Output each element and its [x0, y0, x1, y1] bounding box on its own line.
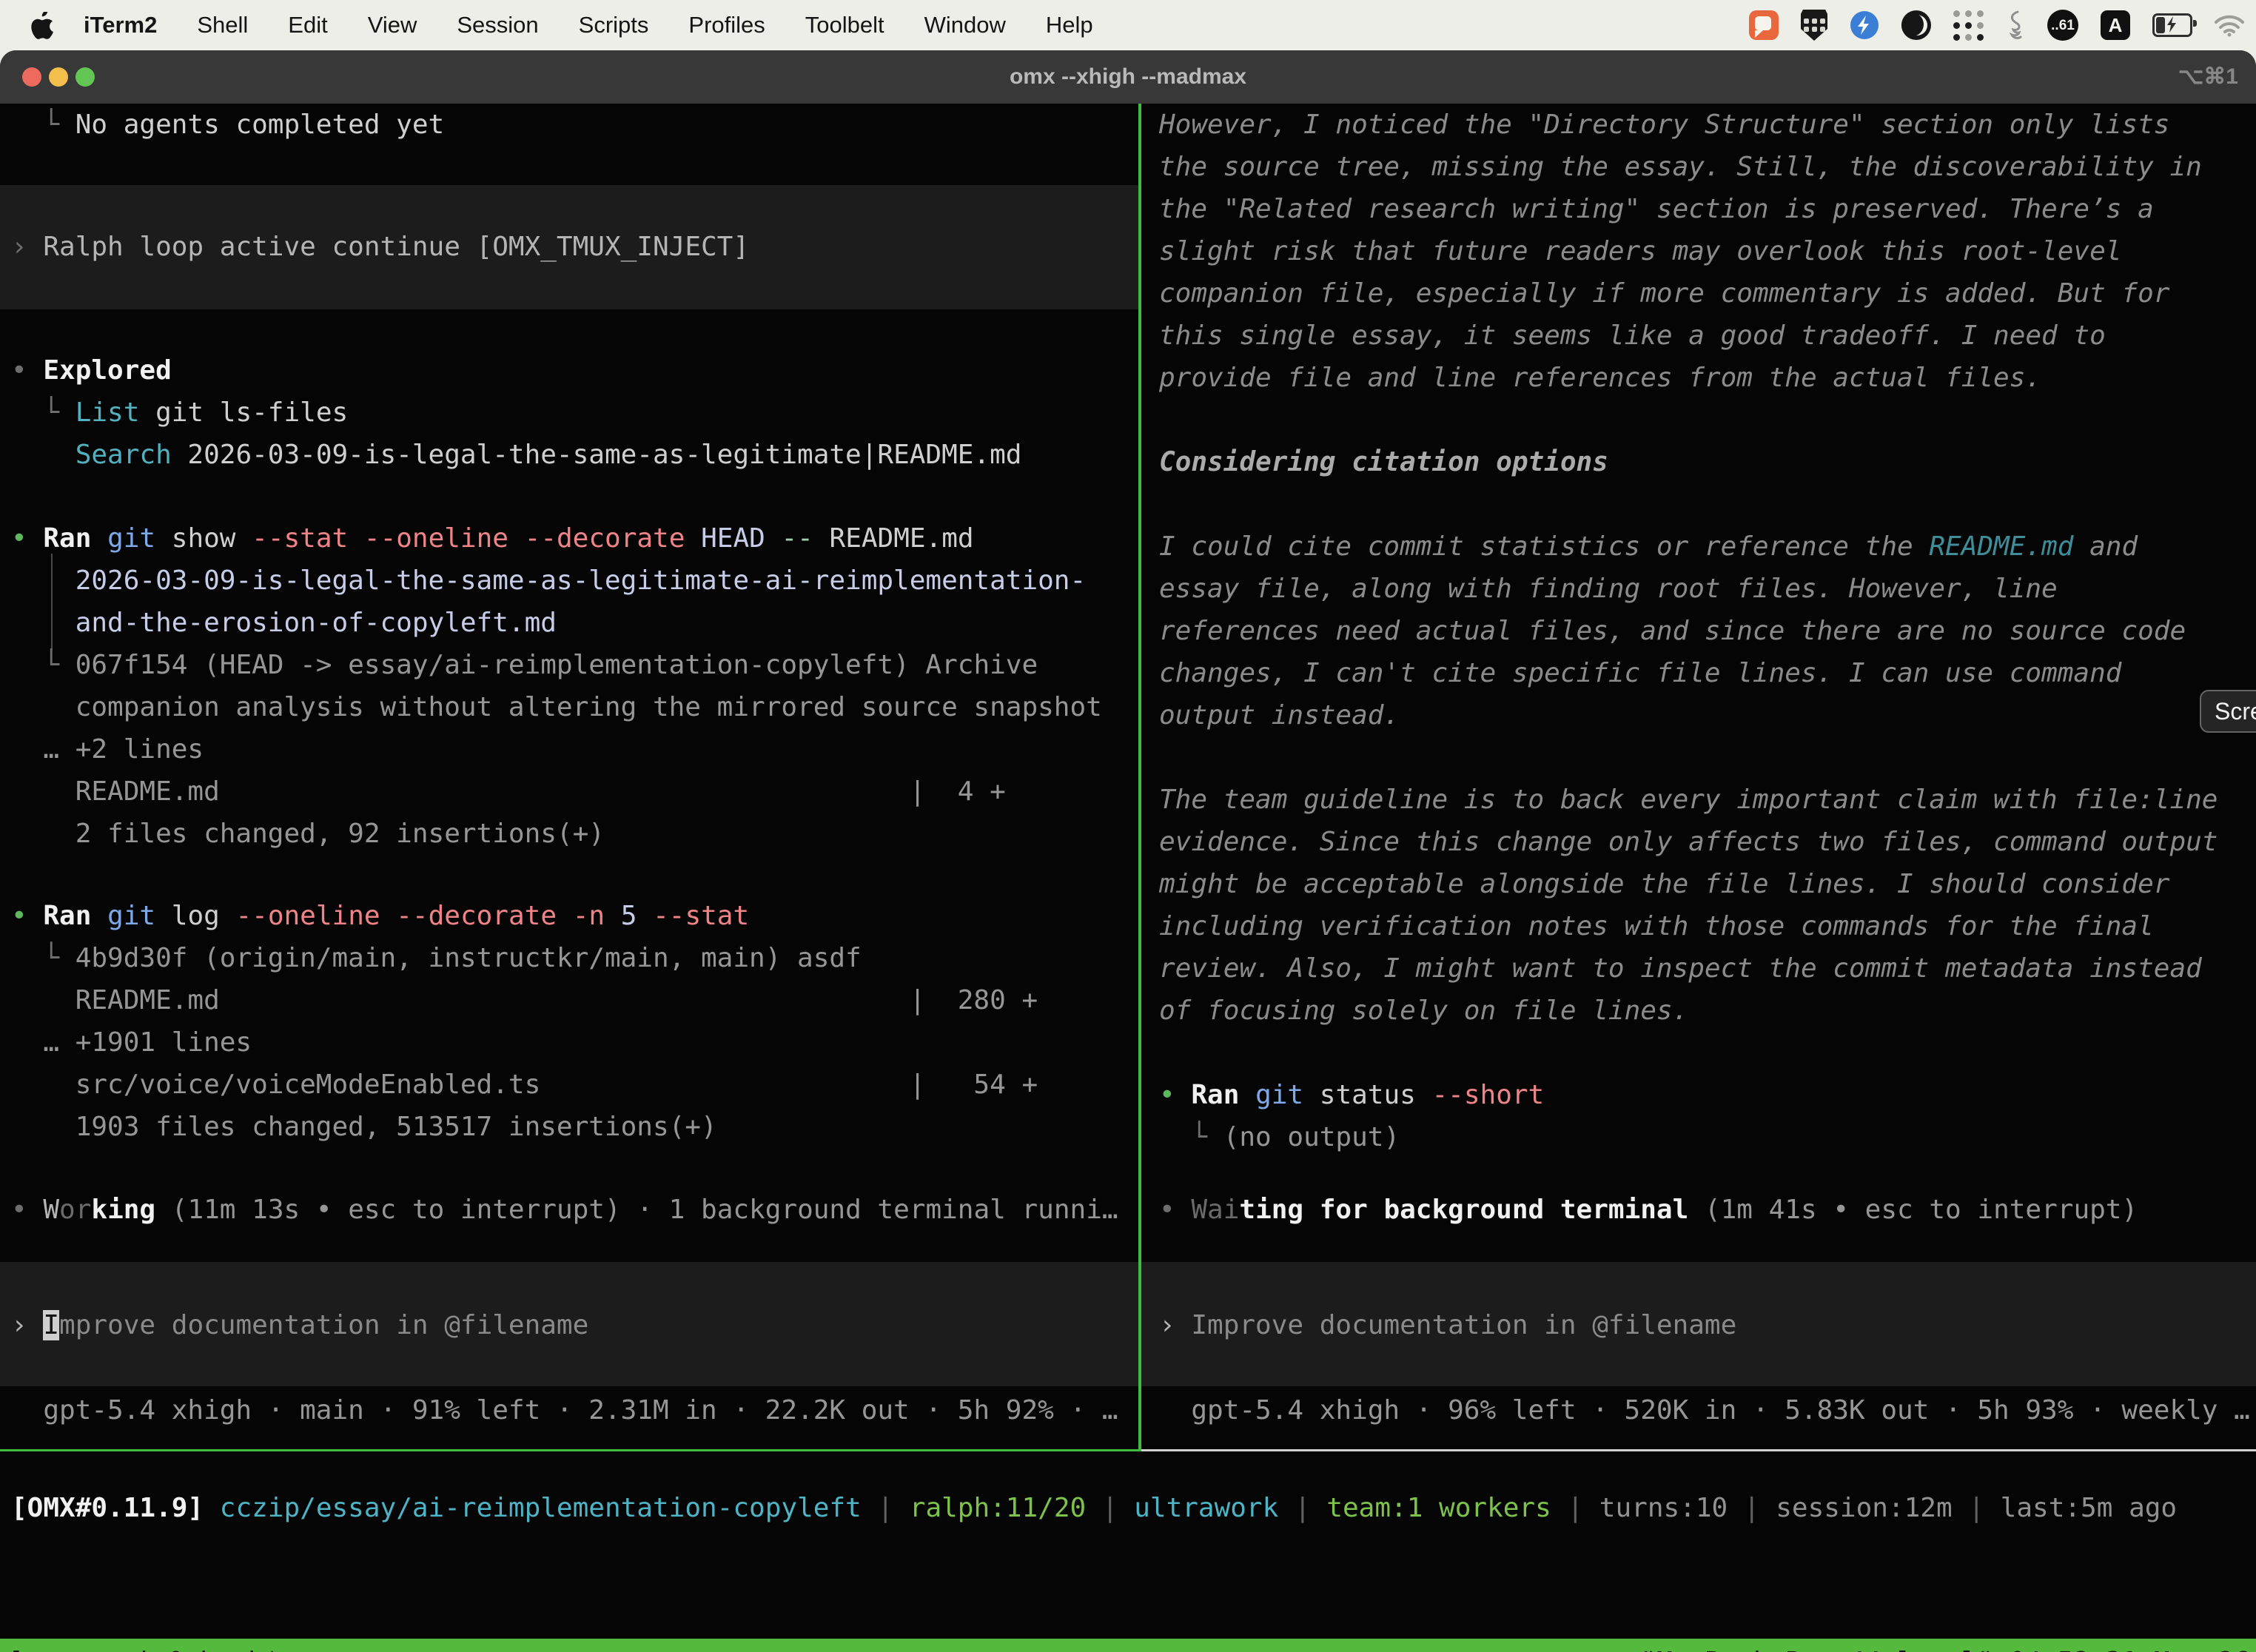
terminal-line: However, I noticed the "Directory Struct…: [1159, 104, 2169, 146]
terminal-line: └ List git ls-files: [11, 392, 348, 434]
menu-item-profiles[interactable]: Profiles: [668, 12, 785, 38]
terminal-line: … +1901 lines: [11, 1021, 252, 1064]
tmux-window-name[interactable]: [omx-cczip0:bash*: [7, 1639, 280, 1652]
inactive-pane-border: [1141, 1449, 2256, 1451]
terminal-line: gpt-5.4 xhigh · 96% left · 520K in · 5.8…: [1159, 1389, 2250, 1431]
macos-menu-bar: iTerm2ShellEditViewSessionScriptsProfile…: [0, 0, 2256, 50]
terminal-line: 2026-03-09-is-legal-the-same-as-legitima…: [11, 560, 1086, 602]
wifi-icon[interactable]: [2215, 14, 2244, 37]
terminal-area: └ No agents completed yet › Ralph loop ac…: [0, 104, 2256, 1585]
terminal-pane-left[interactable]: └ No agents completed yet › Ralph loop ac…: [0, 104, 1138, 1449]
battery-percent-badge-icon[interactable]: ..61: [2047, 10, 2078, 41]
window-shortcut-hint: ⌥⌘1: [2178, 50, 2238, 104]
menu-item-shell[interactable]: Shell: [177, 12, 268, 38]
menu-status-icons: ..61 A: [1749, 0, 2244, 50]
terminal-line: companion analysis without altering the …: [11, 686, 1102, 728]
iterm-window: omx --xhigh --madmax ⌥⌘1 └ No agents com…: [0, 50, 2256, 1652]
terminal-line: of focusing solely on file lines.: [1159, 990, 1688, 1032]
terminal-line: provide file and line references from th…: [1159, 357, 2041, 399]
terminal-line: essay file, along with finding root file…: [1159, 568, 2058, 610]
dragon-icon[interactable]: [2006, 10, 2025, 40]
terminal-line: slight risk that future readers may over…: [1159, 230, 2121, 272]
crescent-app-icon[interactable]: [1901, 10, 1931, 40]
menu-item-session[interactable]: Session: [437, 12, 558, 38]
terminal-line: output instead.: [1159, 694, 1400, 736]
screen-recording-chip: Scre: [2200, 690, 2256, 733]
keyboard-layout-a-icon[interactable]: A: [2101, 10, 2130, 40]
terminal-line: • Working (11m 13s • esc to interrupt) ·…: [11, 1189, 1118, 1231]
window-title: omx --xhigh --madmax: [0, 50, 2256, 104]
shield-grid-icon[interactable]: [1801, 10, 1827, 41]
terminal-line: • Ran git log --oneline --decorate -n 5 …: [11, 895, 749, 937]
terminal-line: README.md | 4 +: [11, 770, 1006, 813]
terminal-line: review. Also, I might want to inspect th…: [1159, 947, 2202, 990]
tmux-host-clock: "MacBook-Pro-44.local" 04:52 31-Mar-26: [1640, 1639, 2250, 1652]
terminal-line: └ 067f154 (HEAD -> essay/ai-reimplementa…: [11, 644, 1038, 686]
terminal-line: gpt-5.4 xhigh · main · 91% left · 2.31M …: [11, 1389, 1118, 1431]
terminal-line: └ (no output): [1159, 1116, 1400, 1158]
menu-item-edit[interactable]: Edit: [268, 12, 347, 38]
active-pane-border: [0, 1449, 1138, 1451]
window-title-bar[interactable]: omx --xhigh --madmax ⌥⌘1: [0, 50, 2256, 104]
terminal-line: The team guideline is to back every impo…: [1159, 779, 2218, 821]
terminal-line: • Waiting for background terminal (1m 41…: [1159, 1189, 2138, 1231]
menu-item-help[interactable]: Help: [1026, 12, 1113, 38]
terminal-line: • Ran git show --stat --oneline --decora…: [11, 517, 974, 560]
battery-charging-icon[interactable]: [2152, 13, 2192, 37]
terminal-line: this single essay, it seems like a good …: [1159, 315, 2106, 357]
terminal-line: including verification notes with those …: [1159, 905, 2154, 947]
dots-grid-icon[interactable]: [1953, 10, 1984, 41]
terminal-line: … +2 lines: [11, 728, 204, 770]
apple-menu-icon[interactable]: [31, 12, 53, 39]
blue-bolt-badge-icon[interactable]: [1850, 10, 1879, 40]
terminal-line: › Improve documentation in @filename: [11, 1304, 588, 1346]
terminal-pane-right[interactable]: However, I noticed the "Directory Struct…: [1141, 104, 2256, 1449]
terminal-line: README.md | 280 +: [11, 979, 1038, 1021]
terminal-line: references need actual files, and since …: [1159, 610, 2186, 652]
terminal-line: › Ralph loop active continue [OMX_TMUX_I…: [11, 226, 749, 268]
menu-item-view[interactable]: View: [348, 12, 437, 38]
terminal-line: the source tree, missing the essay. Stil…: [1159, 146, 2202, 188]
tmux-status-bar: [omx-cczip0:bash* "MacBook-Pro-44.local"…: [0, 1639, 2256, 1652]
screenshot-app-icon[interactable]: [1749, 10, 1779, 40]
menu-item-window[interactable]: Window: [904, 12, 1026, 38]
terminal-line: might be acceptable alongside the file l…: [1159, 863, 2169, 905]
terminal-line: changes, I can't cite specific file line…: [1159, 652, 2121, 694]
terminal-line: Considering citation options: [1159, 441, 1608, 483]
menu-item-iterm2[interactable]: iTerm2: [64, 12, 177, 38]
terminal-line: and-the-erosion-of-copyleft.md: [11, 602, 557, 644]
terminal-line: 2 files changed, 92 insertions(+): [11, 813, 605, 855]
terminal-line: • Explored: [11, 349, 172, 392]
terminal-line: › Improve documentation in @filename: [1159, 1304, 1736, 1346]
terminal-line: └ No agents completed yet: [11, 104, 444, 146]
terminal-line: 1903 files changed, 513517 insertions(+): [11, 1106, 717, 1148]
terminal-line: I could cite commit statistics or refere…: [1159, 526, 2138, 568]
menu-item-scripts[interactable]: Scripts: [559, 12, 669, 38]
terminal-line: src/voice/voiceModeEnabled.ts | 54 +: [11, 1064, 1038, 1106]
terminal-line: companion file, especially if more comme…: [1159, 272, 2169, 315]
omx-status-line: [OMX#0.11.9] cczip/essay/ai-reimplementa…: [11, 1487, 2177, 1529]
terminal-line: └ 4b9d30f (origin/main, instructkr/main,…: [11, 937, 862, 979]
terminal-line: • Ran git status --short: [1159, 1074, 1544, 1116]
terminal-line: evidence. Since this change only affects…: [1159, 821, 2218, 863]
terminal-line: Search 2026-03-09-is-legal-the-same-as-l…: [11, 434, 1021, 476]
menu-item-toolbelt[interactable]: Toolbelt: [785, 12, 904, 38]
terminal-line: the "Related research writing" section i…: [1159, 188, 2154, 230]
menu-items: iTerm2ShellEditViewSessionScriptsProfile…: [64, 12, 1113, 38]
